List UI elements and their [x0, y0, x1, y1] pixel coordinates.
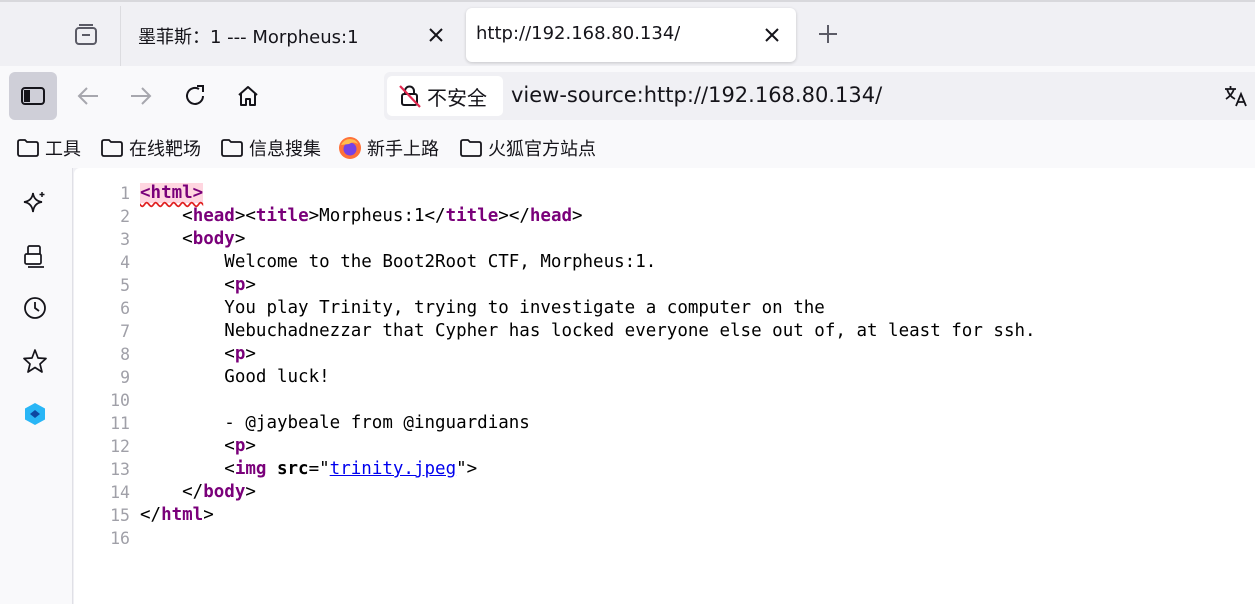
- sidebar: [0, 168, 73, 604]
- line-number: 5: [120, 276, 130, 295]
- arrow-left-icon: [77, 87, 98, 105]
- arrow-right-icon: [131, 87, 152, 105]
- folder-icon: [17, 139, 39, 157]
- firefox-icon: [339, 137, 361, 159]
- folder-icon: [460, 139, 482, 157]
- bookmarks-star-icon: [23, 349, 47, 373]
- insecure-lock-icon: [399, 85, 421, 108]
- reload-button[interactable]: [171, 72, 219, 120]
- line-number: 12: [110, 437, 130, 456]
- view-source-content: 1 <html> 2 <head><title>Morpheus:1</title…: [74, 168, 1255, 604]
- folder-icon: [221, 139, 243, 157]
- security-label: 不安全: [427, 85, 487, 110]
- close-icon[interactable]: [760, 23, 784, 47]
- tab-current[interactable]: http://192.168.80.134/: [466, 8, 796, 62]
- synced-tabs-button[interactable]: [16, 237, 54, 275]
- bookmark-label: 新手上路: [367, 139, 439, 160]
- bookmark-label: 在线靶场: [129, 139, 201, 160]
- line-number: 6: [120, 299, 130, 318]
- folder-icon: [101, 139, 123, 157]
- bookmark-folder-online-range[interactable]: 在线靶场: [100, 135, 201, 161]
- line-number: 14: [110, 483, 130, 502]
- bookmark-folder-tools[interactable]: 工具: [16, 135, 81, 161]
- bookmark-folder-info-gathering[interactable]: 信息搜集: [220, 135, 321, 161]
- bookmarks-toolbar: 工具 在线靶场 信息搜集 新手上路 火狐官方站点: [0, 128, 1255, 168]
- forward-button[interactable]: [117, 72, 165, 120]
- line-number: 15: [110, 506, 130, 525]
- tab-list-button[interactable]: [66, 15, 106, 55]
- translate-icon: [1225, 86, 1247, 107]
- line-number: 8: [120, 345, 130, 364]
- line-number: 4: [120, 253, 130, 272]
- line-number: 16: [110, 529, 130, 548]
- tab-title: http://192.168.80.134/: [476, 23, 681, 44]
- bookmark-label: 火狐官方站点: [488, 139, 596, 160]
- sidebar-toggle-button[interactable]: [9, 72, 57, 120]
- bookmark-getting-started[interactable]: 新手上路: [338, 135, 439, 161]
- title-text: Morpheus:1: [319, 206, 425, 226]
- url-text[interactable]: view-source:http://192.168.80.134/: [511, 83, 882, 107]
- synced-tabs-icon: [24, 245, 44, 268]
- line-number: 9: [120, 368, 130, 387]
- home-button[interactable]: [224, 72, 272, 120]
- line-number: 3: [120, 230, 130, 249]
- url-bar[interactable]: 不安全 view-source:http://192.168.80.134/: [384, 72, 1255, 120]
- line-number: 10: [110, 391, 130, 410]
- tab-separator: [120, 6, 121, 66]
- line-number: 11: [110, 414, 130, 433]
- line-number: 1: [120, 184, 130, 203]
- line-number: 2: [120, 207, 130, 226]
- extension-button[interactable]: [16, 395, 54, 433]
- signature-text: - @jaybeale from @inguardians: [224, 413, 530, 433]
- line-number: 13: [110, 460, 130, 479]
- good-luck-text: Good luck!: [224, 367, 330, 387]
- image-source-link[interactable]: trinity.jpeg: [330, 459, 456, 479]
- bookmarks-button[interactable]: [16, 342, 54, 380]
- bookmark-label: 信息搜集: [249, 139, 321, 160]
- bookmark-folder-firefox-official[interactable]: 火狐官方站点: [459, 135, 596, 161]
- close-icon[interactable]: [424, 23, 448, 47]
- back-button[interactable]: [64, 72, 112, 120]
- welcome-text: Welcome to the Boot2Root CTF, Morpheus:1…: [224, 252, 657, 272]
- intro-text-2: Nebuchadnezzar that Cypher has locked ev…: [224, 321, 1036, 341]
- home-icon: [238, 86, 258, 106]
- translate-button[interactable]: [1221, 83, 1251, 109]
- sidebar-icon: [21, 87, 45, 105]
- extension-icon: [25, 403, 45, 425]
- new-tab-button[interactable]: [812, 18, 844, 50]
- tab-morpheus[interactable]: 墨菲斯：1 --- Morpheus:1: [124, 8, 456, 62]
- reload-icon: [186, 85, 204, 105]
- intro-text-1: You play Trinity, trying to investigate …: [224, 298, 825, 318]
- bookmark-label: 工具: [45, 139, 81, 160]
- line-number: 7: [120, 322, 130, 341]
- navigation-toolbar: 不安全 view-source:http://192.168.80.134/: [0, 66, 1255, 128]
- tab-strip: 墨菲斯：1 --- Morpheus:1 http://192.168.80.1…: [0, 0, 1255, 66]
- history-icon: [24, 297, 46, 319]
- ai-sparkle-icon: [23, 192, 45, 213]
- tab-title: 墨菲斯：1 --- Morpheus:1: [138, 27, 359, 48]
- tab-list-icon: [75, 24, 97, 45]
- ai-chatbot-button[interactable]: [16, 184, 54, 222]
- security-indicator[interactable]: 不安全: [387, 76, 503, 116]
- plus-icon: [819, 25, 837, 43]
- history-button[interactable]: [16, 289, 54, 327]
